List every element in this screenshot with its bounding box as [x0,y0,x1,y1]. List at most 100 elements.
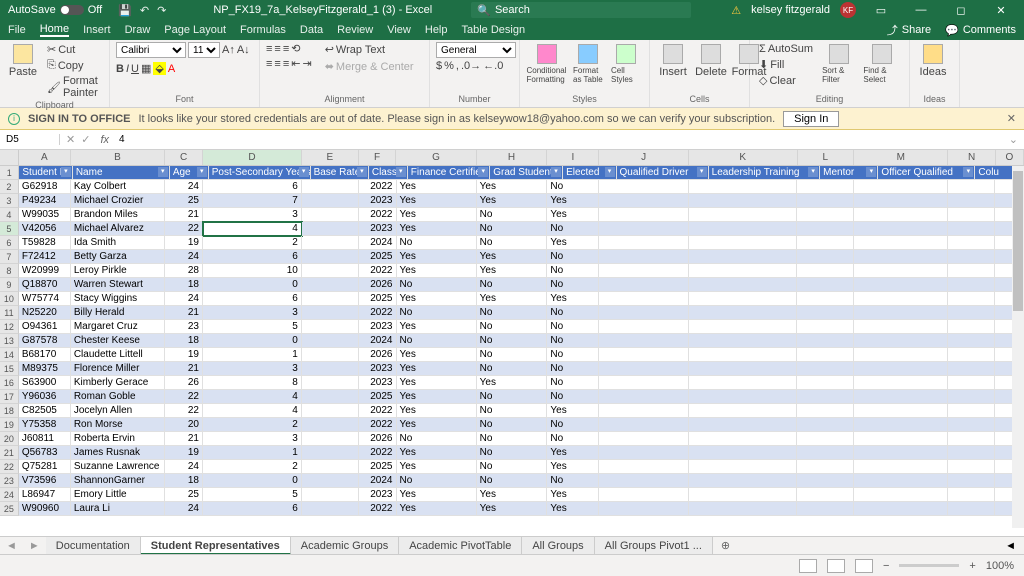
cell[interactable]: Y75358 [19,418,71,432]
cell[interactable]: Yes [397,194,477,208]
cell[interactable] [689,306,797,320]
format-painter-button[interactable]: 🖌 Format Painter [44,74,103,100]
border-button[interactable]: ▦ [141,62,151,75]
sign-in-button[interactable]: Sign In [783,111,839,127]
cell[interactable] [948,432,995,446]
cell[interactable]: ShannonGarner [71,474,165,488]
cell[interactable] [797,348,854,362]
zoom-level[interactable]: 100% [986,560,1014,572]
cell[interactable]: 25 [165,488,203,502]
cell[interactable] [854,320,948,334]
cell[interactable]: No [477,348,548,362]
ribbon-tab-data[interactable]: Data [300,24,323,36]
cell[interactable]: 0 [203,474,302,488]
share-button[interactable]: ⤴ Share [887,22,931,38]
cell[interactable]: Yes [397,292,477,306]
cell[interactable]: No [547,432,599,446]
cell[interactable] [599,460,689,474]
cell[interactable]: Roberta Ervin [71,432,165,446]
select-all-corner[interactable] [0,150,19,165]
cell[interactable] [302,446,359,460]
cell[interactable] [948,362,995,376]
cell[interactable] [302,460,359,474]
cell[interactable] [599,348,689,362]
name-box[interactable]: D5 [0,134,60,145]
cell[interactable]: Laura Li [71,502,165,516]
user-avatar[interactable]: KF [840,2,856,18]
row-header-22[interactable]: 22 [0,460,19,474]
row-header-25[interactable]: 25 [0,502,19,516]
cell[interactable]: 24 [165,250,203,264]
cell[interactable]: 24 [165,460,203,474]
cell[interactable] [797,236,854,250]
cell[interactable] [302,334,359,348]
sheet-nav-prev-icon[interactable]: ◄ [0,540,23,552]
ribbon-tab-help[interactable]: Help [425,24,448,36]
cell[interactable]: Yes [397,502,477,516]
cell[interactable]: No [477,432,548,446]
cell[interactable] [854,404,948,418]
cell[interactable]: 19 [165,446,203,460]
cell[interactable]: 0 [203,278,302,292]
cell[interactable]: 2 [203,418,302,432]
cell[interactable]: Yes [477,502,548,516]
cell[interactable]: Yes [397,250,477,264]
cell[interactable]: No [547,264,599,278]
cell[interactable]: B68170 [19,348,71,362]
currency-icon[interactable]: $ [436,60,442,72]
cell[interactable] [948,180,995,194]
row-header-11[interactable]: 11 [0,306,19,320]
find-select-button[interactable]: Find & Select [861,42,903,86]
cell[interactable] [854,292,948,306]
cell[interactable]: 25 [165,194,203,208]
cell[interactable] [599,376,689,390]
sheet-nav-next-icon[interactable]: ► [23,540,46,552]
normal-view-icon[interactable] [799,559,817,573]
cell[interactable]: 7 [203,194,302,208]
comments-button[interactable]: 💬 Comments [945,24,1016,37]
cell[interactable] [797,474,854,488]
row-header-4[interactable]: 4 [0,208,19,222]
cell[interactable] [948,418,995,432]
cell[interactable] [797,376,854,390]
cell[interactable]: Ida Smith [71,236,165,250]
cell[interactable] [689,376,797,390]
row-header-23[interactable]: 23 [0,474,19,488]
row-header-17[interactable]: 17 [0,390,19,404]
align-top-icon[interactable]: ≡ [266,43,272,55]
cell[interactable] [948,404,995,418]
insert-cells-button[interactable]: Insert [656,42,690,80]
cell[interactable]: 3 [203,362,302,376]
cell[interactable]: Florence Miller [71,362,165,376]
cell[interactable] [302,390,359,404]
row-header-14[interactable]: 14 [0,348,19,362]
cell[interactable]: 2023 [359,194,397,208]
row-header-10[interactable]: 10 [0,292,19,306]
cell[interactable] [948,250,995,264]
filter-icon[interactable]: ▾ [478,167,488,177]
cell[interactable]: No [547,306,599,320]
formula-bar[interactable]: 4 [113,134,1003,145]
cell[interactable]: Q18870 [19,278,71,292]
cell[interactable]: J60811 [19,432,71,446]
cell[interactable]: 2025 [359,250,397,264]
cell[interactable] [854,236,948,250]
cell[interactable] [689,278,797,292]
cell[interactable] [948,236,995,250]
cell[interactable] [599,502,689,516]
cell[interactable]: No [477,306,548,320]
page-layout-view-icon[interactable] [827,559,845,573]
cell[interactable]: No [547,320,599,334]
cell[interactable]: T59828 [19,236,71,250]
cell[interactable] [854,348,948,362]
zoom-slider[interactable] [899,564,959,567]
filter-icon[interactable]: ▾ [299,167,309,177]
cell[interactable]: N25220 [19,306,71,320]
cell[interactable] [948,278,995,292]
expand-formula-icon[interactable]: ⌄ [1003,133,1024,146]
cell[interactable]: Q75281 [19,460,71,474]
cell[interactable] [948,390,995,404]
cell[interactable] [948,292,995,306]
cell[interactable] [599,334,689,348]
enter-formula-icon[interactable]: ✓ [81,133,90,146]
